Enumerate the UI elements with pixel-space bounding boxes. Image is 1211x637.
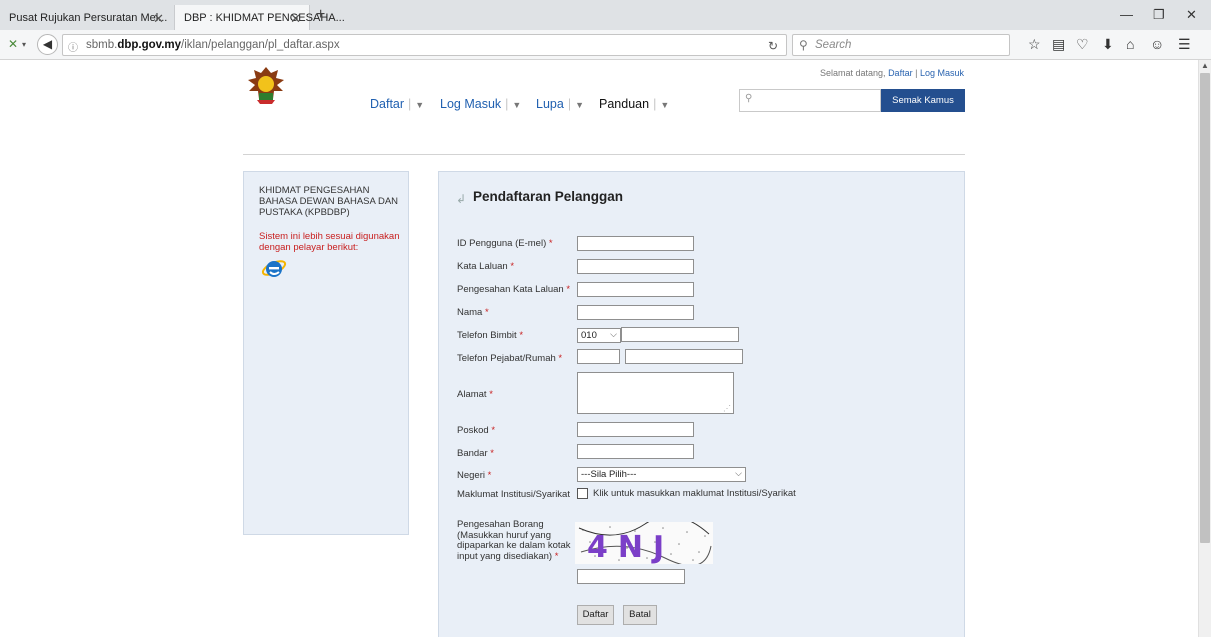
reload-icon[interactable]: ↻ xyxy=(768,39,778,53)
bookmarks-menu-icon[interactable]: ▤ xyxy=(1052,36,1065,53)
chevron-down-icon: ⌵ xyxy=(735,468,742,478)
info-sidebar: KHIDMAT PENGESAHAN BAHASA DEWAN BAHASA D… xyxy=(243,171,409,535)
name-input[interactable] xyxy=(577,305,694,320)
browser-tab-1[interactable]: Pusat Rujukan Persuratan Mel... ✕ xyxy=(0,5,172,30)
password-confirm-input[interactable] xyxy=(577,282,694,297)
menu-panduan[interactable]: Panduan | ▼ xyxy=(599,97,669,111)
emoji-icon[interactable]: ☺ xyxy=(1150,36,1164,52)
dbp-logo[interactable] xyxy=(245,64,287,106)
welcome-login-link[interactable]: Log Masuk xyxy=(920,68,964,78)
url-text: sbmb.dbp.gov.my/iklan/pelanggan/pl_dafta… xyxy=(86,39,340,51)
org-name: KHIDMAT PENGESAHAN BAHASA DEWAN BAHASA D… xyxy=(259,185,399,218)
welcome-register-link[interactable]: Daftar xyxy=(888,68,913,78)
label-password: Kata Laluan * xyxy=(457,261,515,272)
kamus-search-input[interactable]: ⚲ xyxy=(739,89,881,112)
mobile-prefix-select[interactable]: 010 ⌵ xyxy=(577,328,621,343)
minimize-icon[interactable]: — xyxy=(1120,7,1133,22)
download-icon[interactable]: ⬇ xyxy=(1102,36,1114,53)
address-textarea[interactable]: ⋰ xyxy=(577,372,734,414)
close-tab-icon[interactable]: ✕ xyxy=(153,11,164,27)
new-tab-icon[interactable]: + xyxy=(316,6,325,24)
form-title: Pendaftaran Pelanggan xyxy=(473,189,624,204)
chevron-down-icon: ▼ xyxy=(660,100,670,110)
extension-icon[interactable]: ✕ xyxy=(8,37,18,51)
menu-log-masuk[interactable]: Log Masuk | ▼ xyxy=(440,97,521,111)
office-phone-input[interactable] xyxy=(625,349,743,364)
search-icon: ⚲ xyxy=(799,38,808,52)
postcode-input[interactable] xyxy=(577,422,694,437)
internet-explorer-icon xyxy=(261,260,287,277)
resize-grip-icon[interactable]: ⋰ xyxy=(723,404,731,413)
label-name: Nama * xyxy=(457,307,489,318)
label-office-phone: Telefon Pejabat/Rumah * xyxy=(457,353,563,364)
label-postcode: Poskod * xyxy=(457,425,496,436)
hamburger-menu-icon[interactable]: ☰ xyxy=(1178,36,1191,53)
welcome-bar: Selamat datang, Daftar | Log Masuk xyxy=(820,68,964,78)
chevron-down-icon: ▼ xyxy=(575,100,584,110)
label-city: Bandar * xyxy=(457,448,494,459)
user-id-input[interactable] xyxy=(577,236,694,251)
institution-checkbox-label[interactable]: Klik untuk masukkan maklumat Institusi/S… xyxy=(593,488,796,499)
restore-icon[interactable]: ❐ xyxy=(1153,7,1165,23)
label-institution: Maklumat Institusi/Syarikat xyxy=(457,489,570,500)
home-icon[interactable]: ⌂ xyxy=(1126,36,1134,52)
chevron-down-icon: ▼ xyxy=(512,100,522,110)
tab-title: Pusat Rujukan Persuratan Mel... xyxy=(9,12,168,24)
chevron-down-icon: ▼ xyxy=(415,100,425,110)
institution-checkbox[interactable] xyxy=(577,488,588,499)
back-arrow-icon: ◀ xyxy=(42,37,53,51)
office-phone-prefix-input[interactable] xyxy=(577,349,620,364)
scrollbar-thumb[interactable] xyxy=(1200,73,1210,543)
city-input[interactable] xyxy=(577,444,694,459)
menu-lupa[interactable]: Lupa | ▼ xyxy=(536,97,584,111)
label-user-id: ID Pengguna (E-mel) * xyxy=(457,238,553,249)
window-close-icon[interactable]: ✕ xyxy=(1186,7,1197,23)
tab-strip: Pusat Rujukan Persuratan Mel... ✕ DBP : … xyxy=(0,0,1211,30)
back-button[interactable]: ◀ xyxy=(37,34,58,55)
search-icon: ⚲ xyxy=(745,93,753,104)
pocket-icon[interactable]: ♡ xyxy=(1076,36,1089,53)
browser-notice: Sistem ini lebih sesuai digunakan dengan… xyxy=(259,231,400,253)
address-bar[interactable]: ⓘ sbmb.dbp.gov.my/iklan/pelanggan/pl_daf… xyxy=(62,34,787,56)
label-mobile: Telefon Bimbit * xyxy=(457,330,524,341)
close-tab-icon[interactable]: ✕ xyxy=(290,11,301,27)
info-icon[interactable]: ⓘ xyxy=(68,39,78,54)
browser-tab-2-active[interactable]: DBP : KHIDMAT PENGESAHA... ✕ xyxy=(174,5,345,30)
header-divider xyxy=(243,154,965,155)
menu-daftar[interactable]: Daftar | ▼ xyxy=(370,97,424,111)
registration-form: ↲ Pendaftaran Pelanggan ID Pengguna (E-m… xyxy=(438,171,965,637)
label-captcha: Pengesahan Borang (Masukkan huruf yang d… xyxy=(457,519,571,562)
password-input[interactable] xyxy=(577,259,694,274)
label-address: Alamat * xyxy=(457,389,493,400)
state-select[interactable]: ---Sila Pilih--- ⌵ xyxy=(577,467,746,482)
search-placeholder: Search xyxy=(815,39,852,51)
chevron-down-icon[interactable]: ▾ xyxy=(22,40,26,49)
semak-kamus-button[interactable]: Semak Kamus xyxy=(881,89,965,112)
batal-cancel-button[interactable]: Batal xyxy=(623,605,657,625)
return-arrow-icon: ↲ xyxy=(456,192,467,206)
captcha-text: 4NJ xyxy=(587,530,674,564)
mobile-number-input[interactable] xyxy=(621,327,739,342)
chevron-down-icon: ⌵ xyxy=(610,329,617,339)
captcha-image: 4NJ xyxy=(575,522,713,564)
label-state: Negeri * xyxy=(457,470,492,481)
scroll-up-icon[interactable]: ▲ xyxy=(1201,61,1209,70)
bookmark-star-icon[interactable]: ☆ xyxy=(1028,36,1041,53)
daftar-submit-button[interactable]: Daftar xyxy=(577,605,614,625)
navigation-bar: ✕ ▾ ◀ ⓘ sbmb.dbp.gov.my/iklan/pelanggan/… xyxy=(0,30,1211,60)
label-password-confirm: Pengesahan Kata Laluan * xyxy=(457,284,571,295)
captcha-input[interactable] xyxy=(577,569,685,584)
search-bar[interactable]: ⚲ Search xyxy=(792,34,1010,56)
